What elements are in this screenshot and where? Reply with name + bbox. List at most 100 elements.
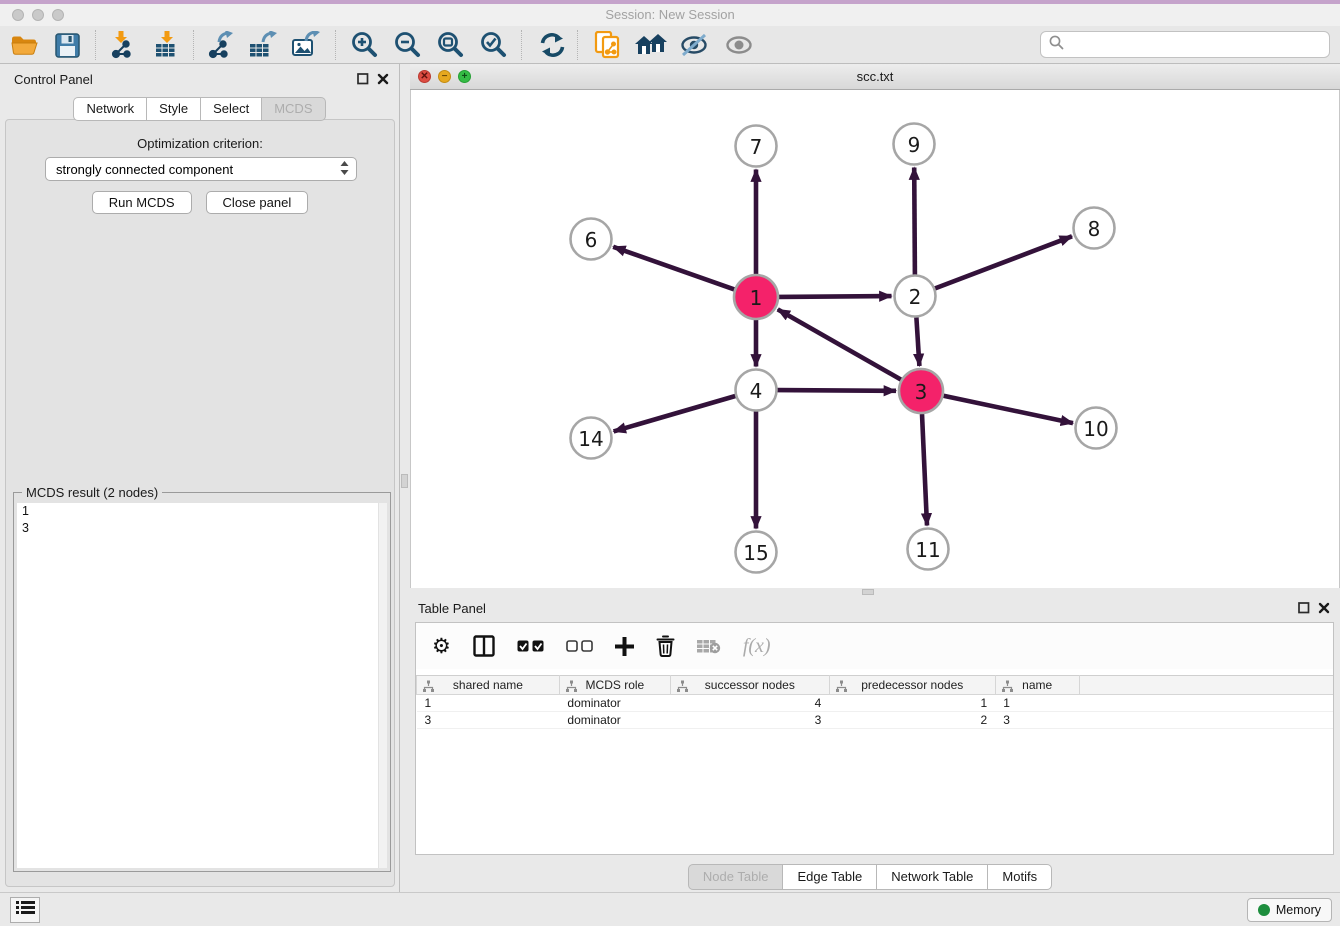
float-panel-icon[interactable] [1298, 601, 1310, 619]
svg-text:6: 6 [585, 228, 598, 252]
network-graph[interactable]: 7 9 6 8 1 2 4 3 14 10 15 11 [411, 90, 1339, 588]
tab-motifs[interactable]: Motifs [988, 864, 1052, 890]
toolbar-separator [521, 30, 522, 60]
show-all-icon[interactable] [722, 29, 756, 61]
svg-text:2: 2 [909, 285, 922, 309]
import-table-icon[interactable] [150, 29, 184, 61]
node-2[interactable]: 2 [895, 276, 936, 317]
horizontal-splitter-handle[interactable] [862, 589, 874, 595]
svg-text:1: 1 [750, 286, 763, 310]
node-9[interactable]: 9 [894, 124, 935, 165]
node-15[interactable]: 15 [736, 532, 777, 573]
edge-3-11[interactable] [922, 414, 927, 526]
import-network-icon[interactable] [104, 29, 138, 61]
memory-button[interactable]: Memory [1247, 898, 1332, 922]
horizontal-splitter[interactable] [410, 588, 1340, 596]
edge-4-3[interactable] [778, 390, 897, 391]
close-panel-button[interactable]: Close panel [206, 191, 309, 214]
node-1[interactable]: 1 [734, 275, 778, 319]
close-panel-icon[interactable] [1318, 601, 1330, 619]
run-mcds-button[interactable]: Run MCDS [92, 191, 192, 214]
column-header-successor-nodes[interactable]: successor nodes [670, 676, 829, 695]
deselect-check-icon[interactable] [566, 640, 593, 653]
open-folder-icon[interactable] [8, 29, 42, 61]
column-header-MCDS-role[interactable]: MCDS role [559, 676, 670, 695]
add-icon[interactable] [615, 637, 634, 656]
float-panel-icon[interactable] [357, 72, 369, 90]
tab-network[interactable]: Network [73, 97, 147, 121]
cell-name[interactable]: 3 [995, 712, 1079, 729]
export-table-icon[interactable] [247, 29, 281, 61]
tab-mcds[interactable]: MCDS [262, 97, 325, 121]
edge-1-6[interactable] [613, 247, 734, 290]
vertical-splitter-handle[interactable] [401, 474, 408, 488]
node-4[interactable]: 4 [736, 370, 777, 411]
node-14[interactable]: 14 [571, 418, 612, 459]
tab-style[interactable]: Style [147, 97, 201, 121]
tab-node-table[interactable]: Node Table [688, 864, 784, 890]
dropdown-value: strongly connected component [56, 162, 339, 177]
table-row[interactable]: 3dominator323 [417, 712, 1334, 729]
close-panel-icon[interactable] [377, 72, 389, 90]
cell-successor-nodes[interactable]: 3 [670, 712, 829, 729]
tab-select[interactable]: Select [201, 97, 262, 121]
node-11[interactable]: 11 [908, 529, 949, 570]
cell-shared-name[interactable]: 3 [417, 712, 560, 729]
edge-2-3[interactable] [916, 318, 919, 367]
edge-2-9[interactable] [914, 168, 915, 275]
edge-3-10[interactable] [944, 396, 1074, 423]
node-3[interactable]: 3 [899, 369, 943, 413]
tab-edge-table[interactable]: Edge Table [783, 864, 877, 890]
node-10[interactable]: 10 [1076, 408, 1117, 449]
fx-icon[interactable]: f(x) [743, 635, 771, 658]
search-box[interactable] [1040, 31, 1330, 58]
cell-MCDS-role[interactable]: dominator [559, 695, 670, 712]
edge-1-2[interactable] [779, 296, 892, 297]
svg-text:7: 7 [750, 135, 763, 159]
table-toolbar: ⚙ f(x) [416, 623, 1333, 669]
mcds-result-textarea[interactable]: 13 [17, 503, 387, 868]
delete-icon[interactable] [656, 635, 675, 657]
zoom-selected-icon[interactable] [477, 29, 511, 61]
table-row[interactable]: 1dominator411 [417, 695, 1334, 712]
tab-network-table[interactable]: Network Table [877, 864, 988, 890]
edge-2-8[interactable] [935, 236, 1072, 288]
edge-3-1[interactable] [778, 309, 901, 379]
cell-predecessor-nodes[interactable]: 2 [829, 712, 995, 729]
edge-4-14[interactable] [614, 396, 736, 431]
network-window-titlebar[interactable]: ✕ − + scc.txt [410, 64, 1340, 90]
node-8[interactable]: 8 [1074, 208, 1115, 249]
column-header-predecessor-nodes[interactable]: predecessor nodes [829, 676, 995, 695]
save-icon[interactable] [50, 29, 84, 61]
hide-selected-icon[interactable] [678, 29, 712, 61]
gear-icon[interactable]: ⚙ [432, 636, 451, 657]
dropdown-stepper-icon [339, 160, 350, 179]
table-header-row: shared nameMCDS rolesuccessor nodesprede… [417, 676, 1334, 695]
zoom-out-icon[interactable] [391, 29, 425, 61]
zoom-in-icon[interactable] [348, 29, 382, 61]
toolbar-separator [577, 30, 578, 60]
search-input[interactable] [1069, 37, 1329, 52]
cell-predecessor-nodes[interactable]: 1 [829, 695, 995, 712]
cell-name[interactable]: 1 [995, 695, 1079, 712]
cell-successor-nodes[interactable]: 4 [670, 695, 829, 712]
export-network-icon[interactable] [204, 29, 238, 61]
network-canvas[interactable]: 7 9 6 8 1 2 4 3 14 10 15 11 [410, 90, 1340, 588]
select-all-check-icon[interactable] [517, 640, 544, 653]
cell-shared-name[interactable]: 1 [417, 695, 560, 712]
node-7[interactable]: 7 [736, 126, 777, 167]
result-scrollbar[interactable] [378, 503, 387, 868]
table-destroy-icon[interactable] [697, 638, 721, 654]
clone-network-icon[interactable] [590, 29, 624, 61]
column-header-name[interactable]: name [995, 676, 1079, 695]
node-6[interactable]: 6 [571, 219, 612, 260]
optimization-criterion-dropdown[interactable]: strongly connected component [45, 157, 357, 181]
column-header-shared-name[interactable]: shared name [417, 676, 560, 695]
export-image-icon[interactable] [290, 29, 324, 61]
first-neighbors-icon[interactable] [634, 29, 668, 61]
task-history-button[interactable] [10, 897, 40, 923]
cell-MCDS-role[interactable]: dominator [559, 712, 670, 729]
refresh-icon[interactable] [535, 29, 569, 61]
zoom-fit-icon[interactable] [434, 29, 468, 61]
split-panel-icon[interactable] [473, 635, 495, 657]
